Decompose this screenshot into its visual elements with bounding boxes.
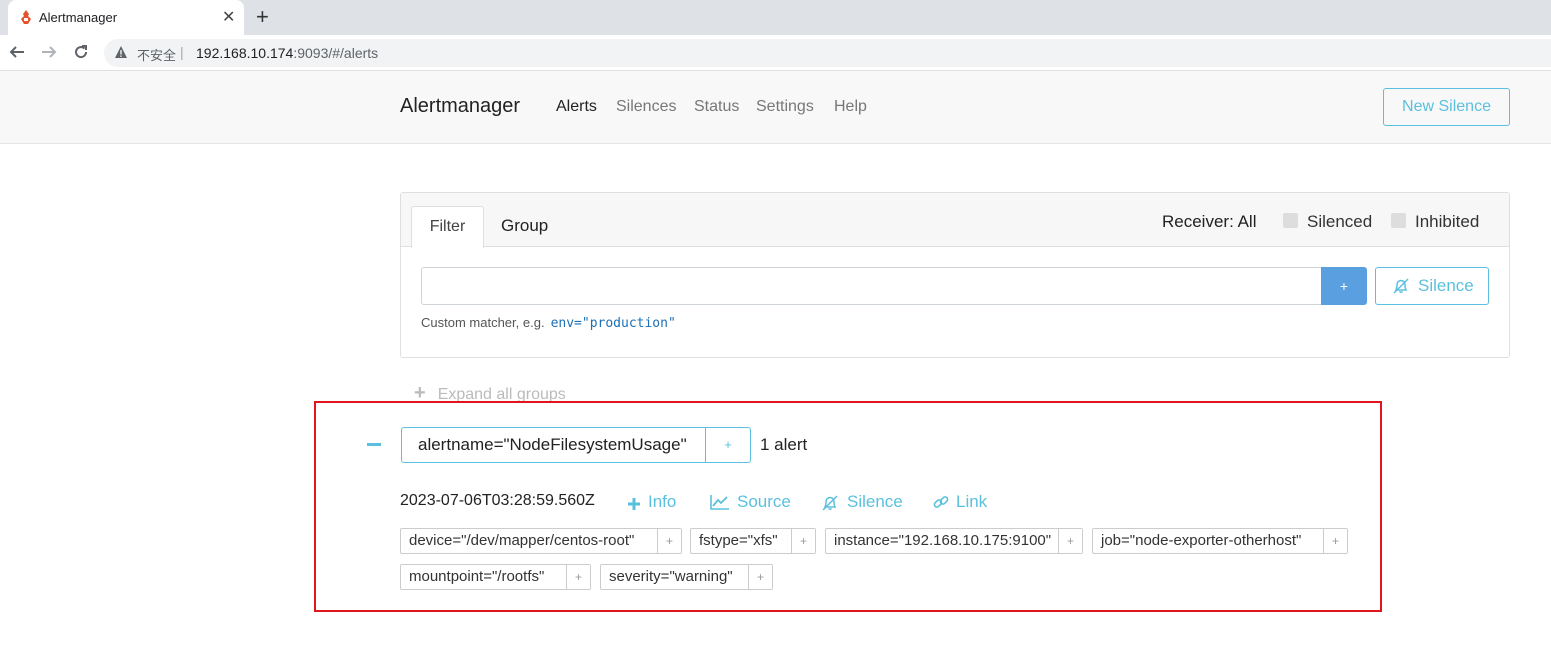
nav-settings[interactable]: Settings — [756, 98, 814, 116]
label-add-button[interactable]: + — [566, 565, 590, 589]
label-pill: device="/dev/mapper/centos-root" + — [400, 528, 682, 554]
group-label: alertname="NodeFilesystemUsage" — [401, 427, 706, 463]
silenced-checkbox[interactable] — [1283, 213, 1298, 228]
matcher-hint-example[interactable]: env="production" — [551, 316, 676, 331]
inhibited-checkbox[interactable] — [1391, 213, 1406, 228]
reload-icon[interactable] — [73, 44, 89, 60]
label-instance: instance="192.168.10.175:9100" — [834, 532, 1052, 549]
label-add-button[interactable]: + — [657, 529, 681, 553]
link-label: Link — [956, 492, 988, 511]
label-pill: job="node-exporter-otherhost" + — [1092, 528, 1348, 554]
tab-close-icon[interactable]: ✕ — [222, 7, 235, 27]
brand-title[interactable]: Alertmanager — [400, 95, 520, 118]
tab-group[interactable]: Group — [501, 216, 548, 236]
url-input[interactable]: 不安全 | 192.168.10.174:9093/#/alerts — [104, 39, 1551, 67]
nav-silences[interactable]: Silences — [616, 98, 676, 116]
url-separator: | — [180, 44, 184, 60]
matcher-hint-text: Custom matcher, e.g. — [421, 315, 545, 330]
alertmanager-favicon-icon — [21, 10, 31, 24]
alert-silence-label: Silence — [847, 492, 903, 511]
group-add-button[interactable]: + — [705, 427, 751, 463]
info-label: Info — [648, 492, 677, 511]
link-icon — [933, 496, 949, 508]
chart-line-icon — [710, 495, 729, 510]
url-path: :9093/#/alerts — [293, 45, 379, 61]
browser-tab[interactable]: Alertmanager ✕ — [8, 0, 244, 35]
warning-icon — [115, 46, 127, 58]
label-add-button[interactable]: + — [791, 529, 815, 553]
browser-tab-bar: Alertmanager ✕ + — [0, 0, 1551, 35]
insecure-label: 不安全 — [137, 48, 177, 63]
alert-timestamp: 2023-07-06T03:28:59.560Z — [400, 492, 595, 509]
matcher-input[interactable] — [421, 267, 1323, 305]
url-host: 192.168.10.174 — [196, 45, 294, 61]
new-silence-button[interactable]: New Silence — [1383, 88, 1510, 126]
app-navbar: Alertmanager Alerts Silences Status Sett… — [0, 71, 1551, 144]
label-add-button[interactable]: + — [1323, 529, 1347, 553]
label-pill: severity="warning" + — [600, 564, 773, 590]
label-pill: mountpoint="/rootfs" + — [400, 564, 591, 590]
nav-status[interactable]: Status — [694, 98, 739, 116]
nav-alerts[interactable]: Alerts — [556, 98, 597, 116]
bell-slash-icon — [822, 495, 838, 511]
label-pill: instance="192.168.10.175:9100" + — [825, 528, 1083, 554]
collapse-group-icon[interactable] — [367, 443, 381, 446]
filter-card: Filter Group Receiver: All Silenced Inhi… — [400, 192, 1510, 358]
address-bar: 不安全 | 192.168.10.174:9093/#/alerts — [0, 35, 1551, 71]
silenced-label: Silenced — [1307, 212, 1373, 231]
label-add-button[interactable]: + — [1058, 529, 1082, 553]
back-arrow-icon[interactable] — [9, 44, 25, 60]
filter-silence-button[interactable]: Silence — [1375, 267, 1489, 305]
alert-count: 1 alert — [760, 435, 808, 454]
new-tab-icon[interactable]: + — [256, 4, 269, 30]
url-text: 192.168.10.174:9093/#/alerts — [196, 45, 378, 61]
plus-icon — [628, 498, 640, 510]
label-job: job="node-exporter-otherhost" — [1101, 532, 1302, 549]
label-pill: fstype="xfs" + — [690, 528, 816, 554]
receiver-dropdown[interactable]: Receiver: All — [1162, 212, 1256, 232]
filter-card-header: Filter Group Receiver: All Silenced Inhi… — [401, 193, 1509, 248]
label-mountpoint: mountpoint="/rootfs" — [409, 568, 545, 585]
label-device: device="/dev/mapper/centos-root" — [409, 532, 635, 549]
label-fstype: fstype="xfs" — [699, 532, 778, 549]
label-add-button[interactable]: + — [748, 565, 772, 589]
bell-slash-icon — [1393, 278, 1409, 294]
add-matcher-button[interactable]: + — [1321, 267, 1367, 305]
forward-arrow-icon[interactable] — [41, 44, 57, 60]
tab-filter[interactable]: Filter — [411, 206, 484, 248]
inhibited-label: Inhibited — [1415, 212, 1480, 231]
label-severity: severity="warning" — [609, 568, 733, 585]
source-label: Source — [737, 492, 791, 511]
filter-silence-label: Silence — [1418, 276, 1474, 295]
nav-help[interactable]: Help — [834, 98, 867, 116]
tab-title: Alertmanager — [39, 10, 118, 25]
matcher-hint: Custom matcher, e.g. env="production" — [421, 315, 676, 331]
